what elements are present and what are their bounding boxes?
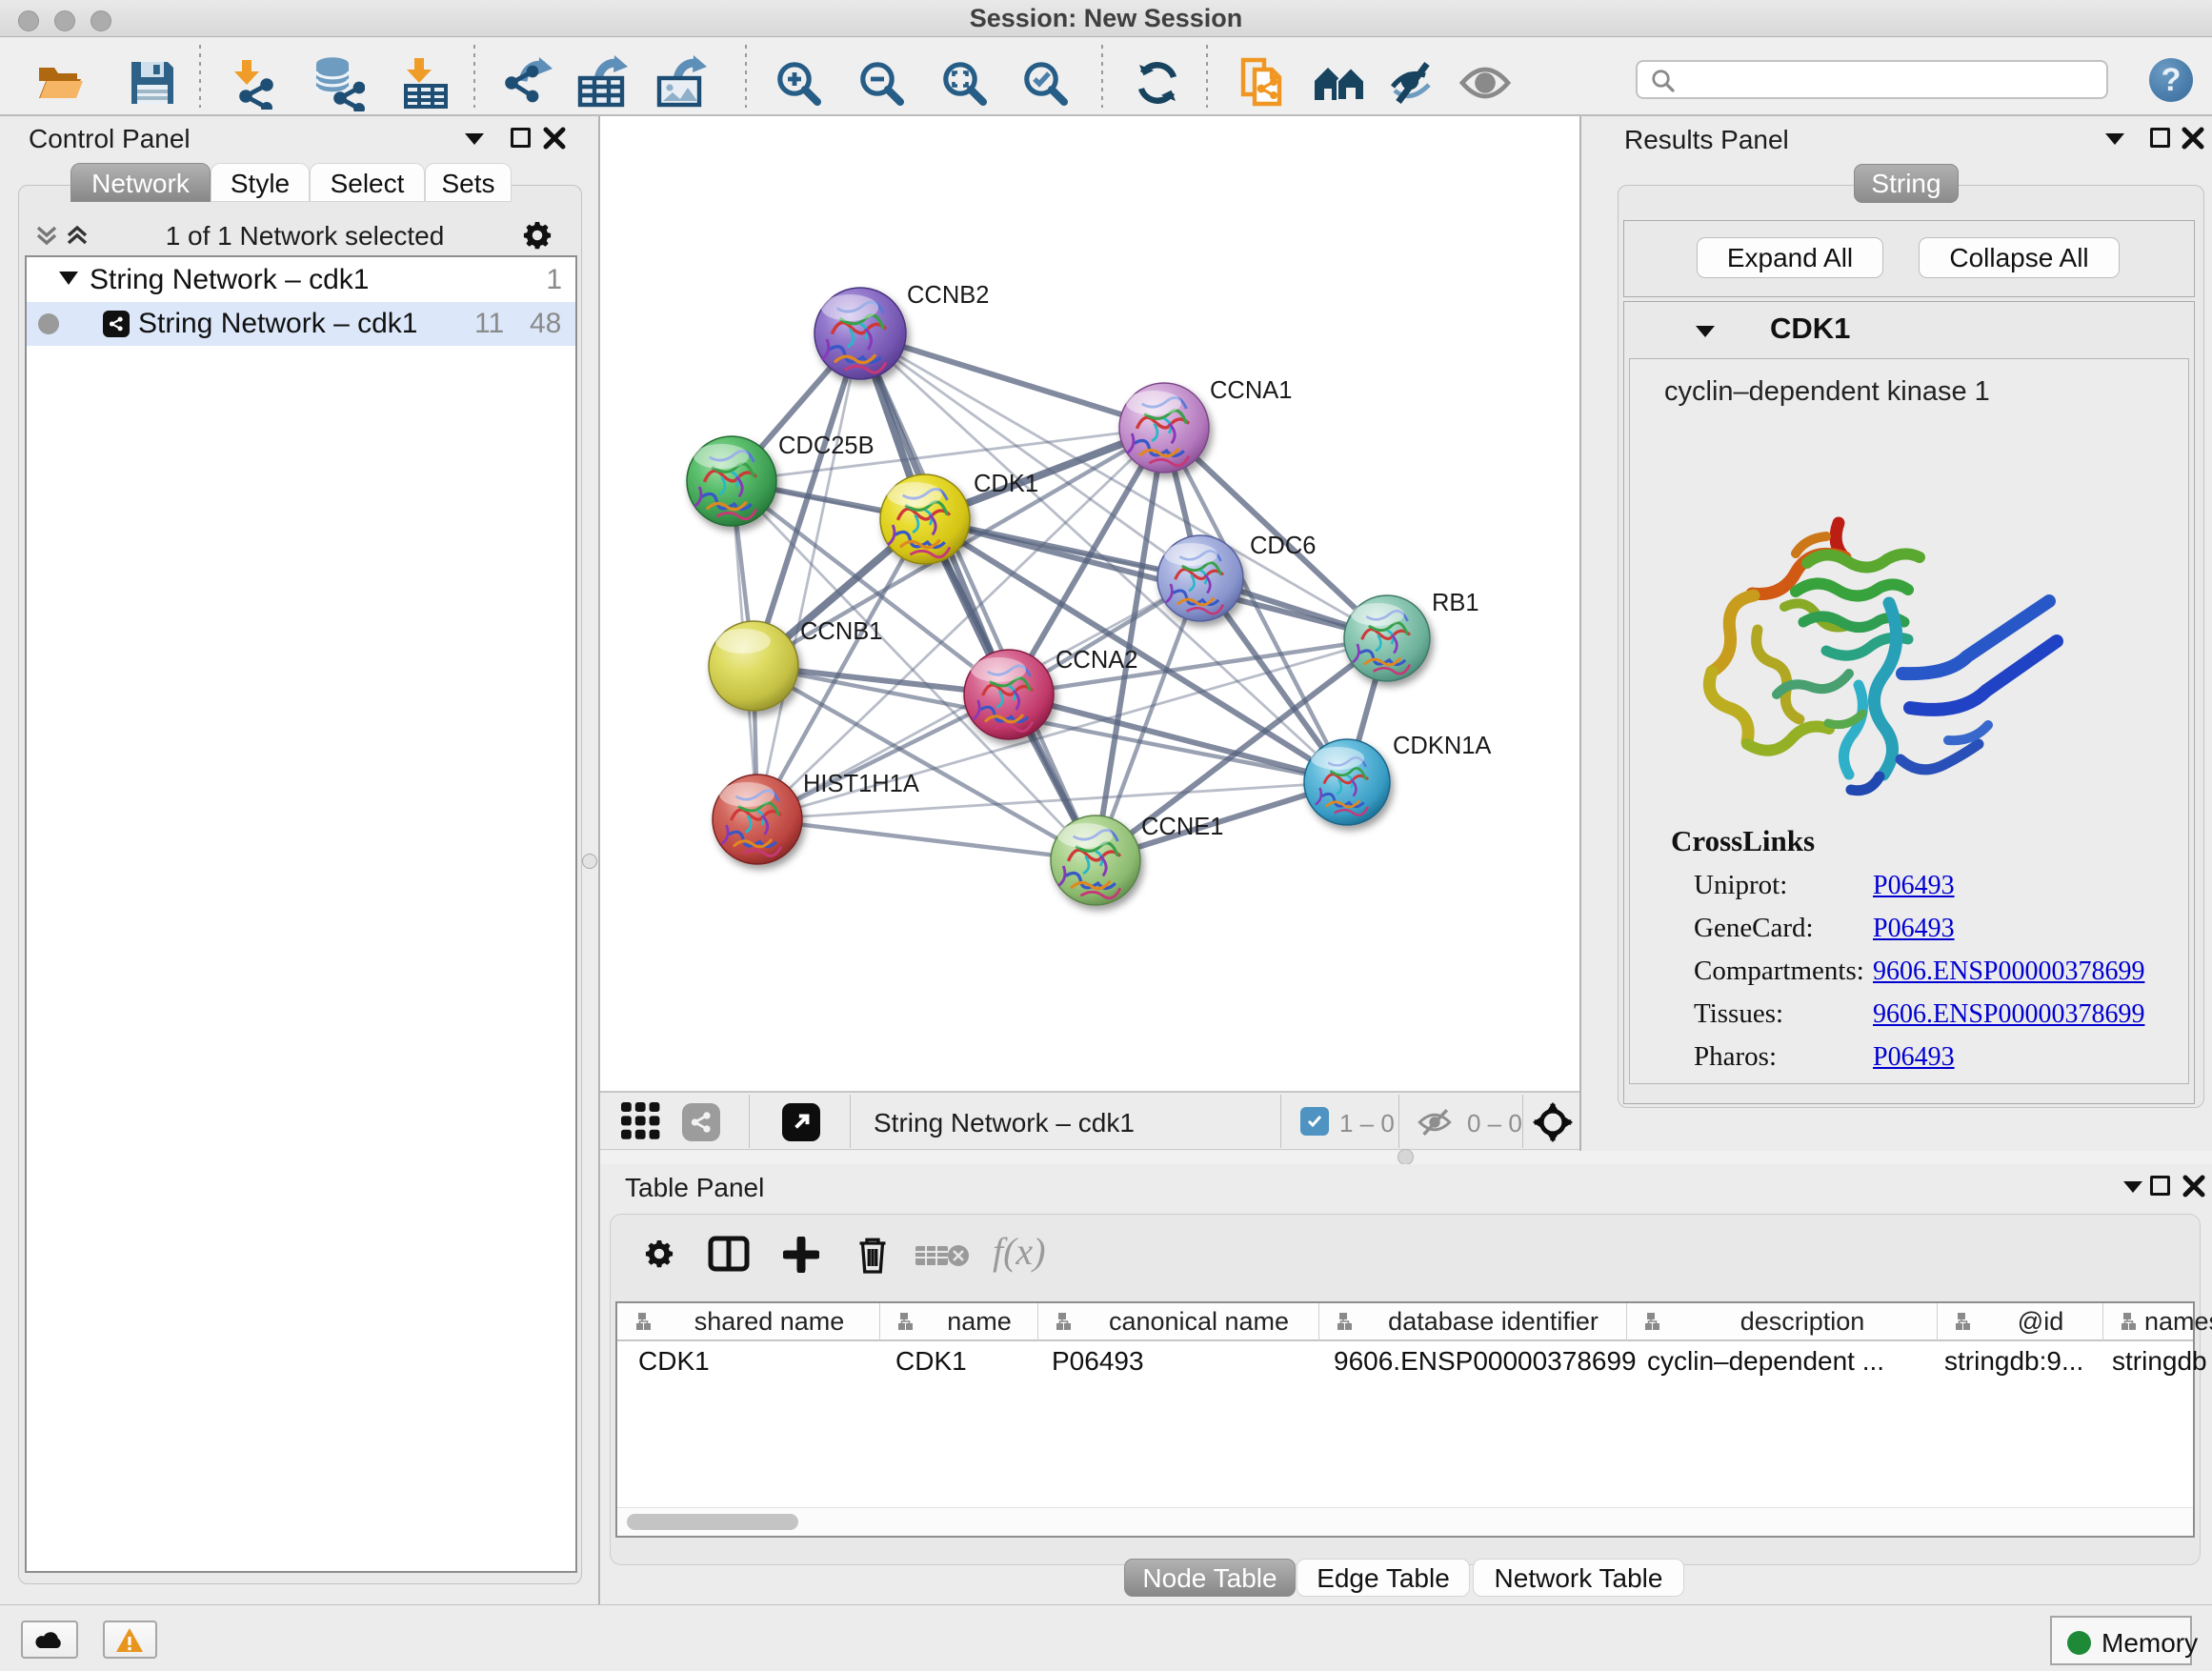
svg-text:RB1: RB1 <box>1432 590 1479 616</box>
svg-text:CCNA1: CCNA1 <box>1210 377 1292 404</box>
svg-text:CDKN1A: CDKN1A <box>1393 733 1491 759</box>
svg-text:CCNB2: CCNB2 <box>907 282 989 309</box>
svg-text:CDC25B: CDC25B <box>778 433 875 459</box>
svg-text:CCNB1: CCNB1 <box>800 618 882 645</box>
svg-text:CDC6: CDC6 <box>1250 533 1316 559</box>
svg-text:CCNA2: CCNA2 <box>1056 647 1137 674</box>
svg-text:CDK1: CDK1 <box>974 471 1038 497</box>
svg-text:CCNE1: CCNE1 <box>1141 814 1223 840</box>
svg-text:HIST1H1A: HIST1H1A <box>803 771 919 797</box>
